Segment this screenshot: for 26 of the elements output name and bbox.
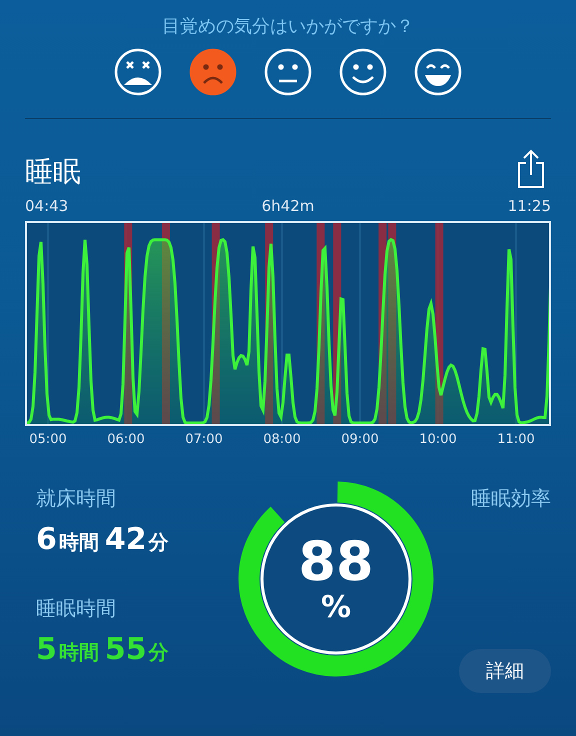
share-icon[interactable]	[516, 149, 546, 189]
time-axis-label: 09:00	[340, 432, 380, 447]
stat-label: 睡眠時間	[36, 595, 117, 622]
details-button[interactable]: 詳細	[459, 649, 551, 693]
start-time: 04:43	[25, 197, 68, 215]
sleep-duration: 6h42m	[262, 197, 314, 215]
efficiency-label: 睡眠効率	[471, 485, 551, 512]
face-smile-icon[interactable]	[339, 48, 387, 96]
end-time: 11:25	[508, 197, 551, 215]
face-sad-icon[interactable]	[189, 48, 237, 96]
time-axis-label: 07:00	[184, 432, 224, 447]
time-axis-label: 11:00	[496, 432, 536, 447]
mood-question: 目覚めの気分はいかがですか？	[162, 15, 414, 38]
percent-sign: %	[320, 591, 352, 625]
stat-label: 就床時間	[36, 485, 117, 512]
time-axis-label: 06:00	[106, 432, 146, 447]
efficiency-value: 88	[298, 533, 374, 591]
stat-value: 5 時間 55分	[36, 632, 170, 667]
section-title: 睡眠	[25, 155, 81, 189]
time-axis-label: 10:00	[418, 432, 458, 447]
face-grin-icon[interactable]	[414, 48, 462, 96]
time-axis-label: 05:00	[28, 432, 68, 447]
face-neutral-icon[interactable]	[264, 48, 312, 96]
time-axis-label: 08:00	[262, 432, 302, 447]
stat-value: 6時間 42分	[36, 522, 170, 557]
face-dizzy-icon[interactable]	[114, 48, 162, 96]
